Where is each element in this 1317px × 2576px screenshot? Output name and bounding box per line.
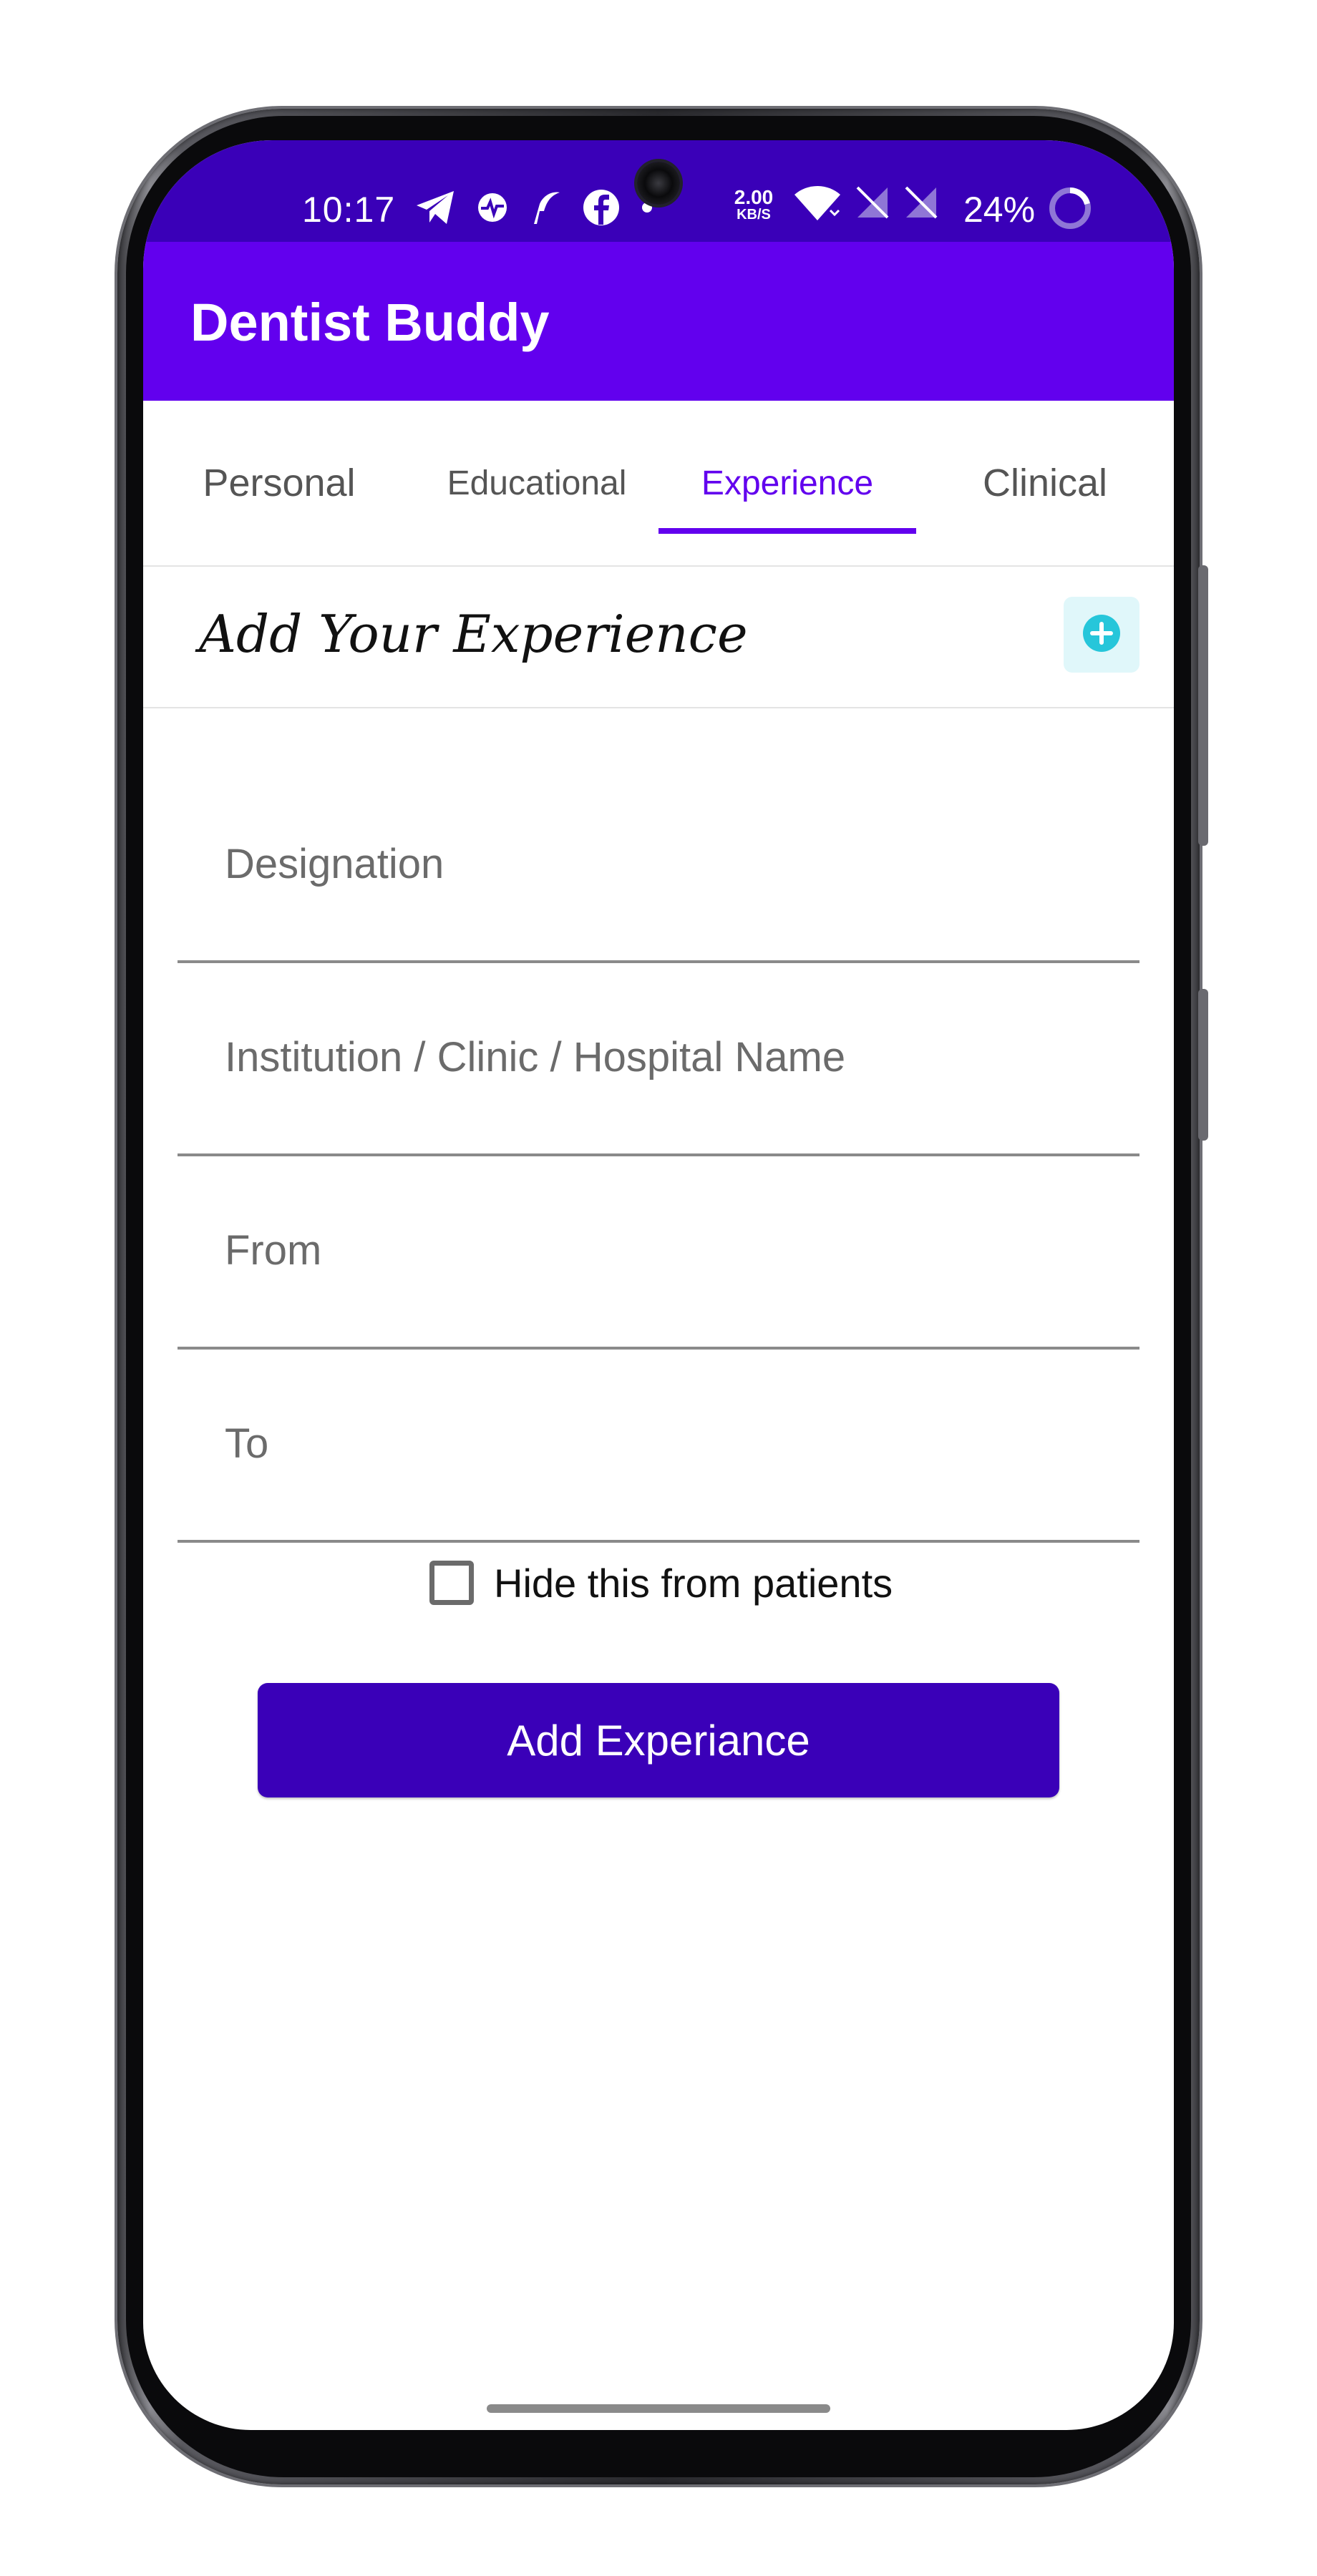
- feather-icon: [530, 190, 561, 225]
- phone-side-button: [1198, 565, 1208, 846]
- front-camera: [637, 162, 680, 205]
- from-date-input[interactable]: [178, 1153, 1139, 1347]
- system-icons: [793, 183, 939, 225]
- phone-side-button: [1198, 989, 1208, 1141]
- plus-circle-icon: [1082, 613, 1122, 657]
- status-time: 10:17: [302, 190, 396, 230]
- app-title: Dentist Buddy: [190, 293, 550, 352]
- institution-field: [178, 960, 1139, 1156]
- active-tab-indicator: [658, 528, 916, 534]
- battery-ring-icon: [1048, 186, 1092, 234]
- add-experience-button[interactable]: Add Experiance: [258, 1683, 1059, 1797]
- facebook-icon: [583, 189, 620, 226]
- network-speed: 2.00 KB/S: [726, 186, 782, 223]
- activity-icon: [477, 192, 508, 223]
- hide-from-patients-label: Hide this from patients: [494, 1560, 893, 1606]
- hide-from-patients-row[interactable]: Hide this from patients: [429, 1554, 893, 1611]
- to-date-input[interactable]: [178, 1347, 1139, 1540]
- network-speed-unit: KB/S: [737, 207, 771, 223]
- home-indicator[interactable]: [487, 2404, 830, 2413]
- tab-experience[interactable]: Experience: [658, 401, 916, 565]
- page: 10:17 2.00 KB/S 24% Dentist Buddy Person…: [0, 0, 1317, 2576]
- section-title: Add Your Experience: [199, 604, 748, 664]
- notification-icons: [415, 185, 653, 230]
- tab-clinical[interactable]: Clinical: [916, 401, 1174, 565]
- network-speed-value: 2.00: [734, 186, 774, 208]
- add-experience-icon-button[interactable]: [1064, 597, 1139, 673]
- no-sim-icon: [855, 185, 890, 224]
- tab-personal[interactable]: Personal: [157, 401, 401, 565]
- from-field: [178, 1153, 1139, 1350]
- tab-educational[interactable]: Educational: [415, 401, 658, 565]
- designation-field: [178, 767, 1139, 963]
- status-bar: 10:17 2.00 KB/S 24%: [143, 140, 1174, 242]
- battery-percentage: 24%: [963, 190, 1036, 230]
- wifi-icon: [793, 183, 842, 225]
- to-field: [178, 1347, 1139, 1543]
- institution-input[interactable]: [178, 960, 1139, 1153]
- no-sim-icon: [903, 185, 939, 224]
- app-bar: Dentist Buddy: [143, 242, 1174, 401]
- section-header: Add Your Experience: [143, 567, 1174, 708]
- telegram-icon: [415, 190, 455, 225]
- designation-input[interactable]: [178, 767, 1139, 960]
- phone-screen: 10:17 2.00 KB/S 24% Dentist Buddy Person…: [143, 140, 1174, 2430]
- hide-from-patients-checkbox[interactable]: [429, 1561, 474, 1605]
- tab-bar: Personal Educational Experience Clinical: [143, 401, 1174, 567]
